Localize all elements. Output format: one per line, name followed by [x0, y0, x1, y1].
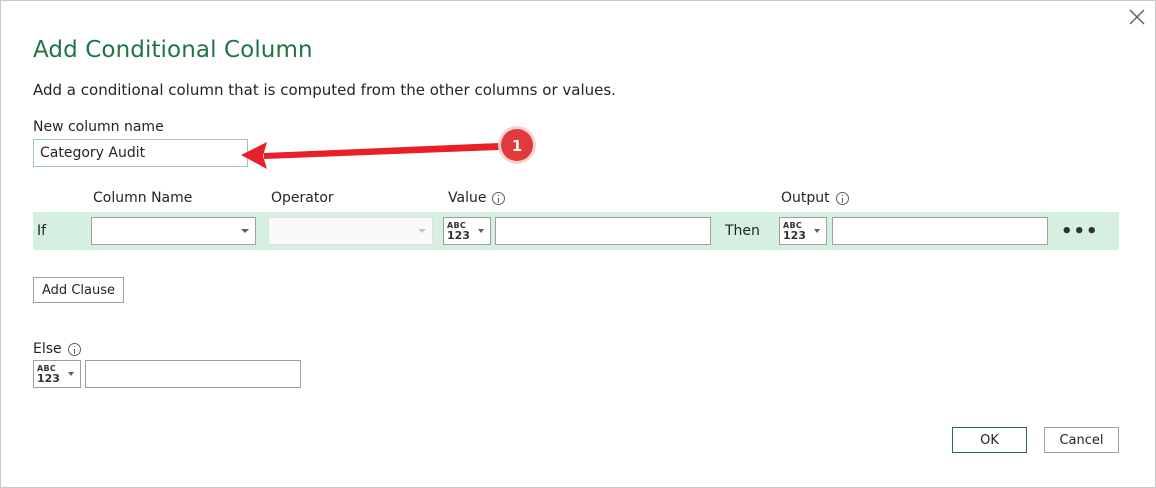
then-label: Then — [725, 223, 760, 239]
value-info-icon[interactable] — [492, 191, 506, 205]
cancel-button[interactable]: Cancel — [1044, 427, 1119, 453]
chevron-down-icon — [241, 229, 249, 233]
if-label: If — [37, 223, 47, 239]
operator-dropdown[interactable] — [268, 217, 433, 245]
else-type-button[interactable]: ABC 123 — [33, 360, 81, 388]
output-type-button[interactable]: ABC 123 — [779, 217, 827, 245]
else-info-icon[interactable] — [67, 342, 81, 356]
new-column-name-label: New column name — [33, 119, 164, 135]
ok-button[interactable]: OK — [952, 427, 1027, 453]
else-header: Else — [33, 341, 81, 357]
output-header-label: Output — [781, 190, 830, 206]
close-button[interactable] — [1125, 5, 1149, 29]
dialog-title: Add Conditional Column — [33, 37, 313, 63]
output-info-icon[interactable] — [835, 191, 849, 205]
output-header: Output — [781, 190, 849, 206]
chevron-down-icon — [418, 229, 426, 233]
else-label: Else — [33, 341, 62, 357]
value-header-label: Value — [448, 190, 487, 206]
value-type-123: 123 — [447, 229, 470, 242]
new-column-name-input[interactable] — [33, 139, 248, 167]
chevron-down-icon — [814, 229, 820, 233]
output-type-123: 123 — [783, 229, 806, 242]
value-input[interactable] — [495, 217, 711, 245]
value-header: Value — [448, 190, 506, 206]
arrow-shaft — [264, 143, 499, 159]
dialog-subtitle: Add a conditional column that is compute… — [33, 81, 616, 99]
operator-header: Operator — [271, 190, 334, 206]
output-input[interactable] — [832, 217, 1048, 245]
value-type-button[interactable]: ABC 123 — [443, 217, 491, 245]
add-conditional-column-dialog: Add Conditional Column Add a conditional… — [0, 0, 1156, 488]
else-type-123: 123 — [37, 372, 60, 385]
else-input[interactable] — [85, 360, 301, 388]
chevron-down-icon — [478, 229, 484, 233]
annotation-badge-number: 1 — [512, 137, 522, 155]
close-icon — [1129, 9, 1145, 25]
column-name-header: Column Name — [93, 190, 193, 206]
chevron-down-icon — [68, 372, 74, 376]
more-options-button[interactable]: ••• — [1061, 223, 1098, 241]
add-clause-button[interactable]: Add Clause — [33, 277, 124, 303]
column-name-dropdown[interactable] — [91, 217, 256, 245]
